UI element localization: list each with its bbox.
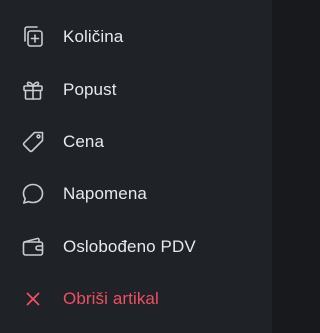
- price-tag-icon: [20, 129, 46, 155]
- gift-icon: [20, 77, 46, 103]
- wallet-icon: [20, 234, 46, 260]
- menu-item-popust[interactable]: Popust: [0, 64, 272, 116]
- menu-item-cena[interactable]: Cena: [0, 117, 272, 169]
- menu-item-label: Obriši artikal: [63, 289, 159, 309]
- context-menu: Količina Popust Cena Napomena Oslobođeno…: [0, 0, 272, 333]
- menu-item-label: Cena: [63, 131, 105, 151]
- close-icon: [20, 286, 46, 312]
- menu-item-napomena[interactable]: Napomena: [0, 169, 272, 221]
- menu-item-label: Popust: [63, 79, 117, 99]
- menu-item-label: Količina: [63, 27, 124, 47]
- speech-bubble-icon: [20, 181, 46, 207]
- menu-item-kolicina[interactable]: Količina: [0, 12, 272, 64]
- menu-item-oslobodjeno-pdv[interactable]: Oslobođeno PDV: [0, 222, 272, 274]
- menu-item-obrisi-artikal[interactable]: Obriši artikal: [0, 274, 272, 326]
- menu-item-label: Napomena: [63, 184, 147, 204]
- menu-item-label: Oslobođeno PDV: [63, 236, 196, 256]
- add-box-icon: [20, 24, 46, 50]
